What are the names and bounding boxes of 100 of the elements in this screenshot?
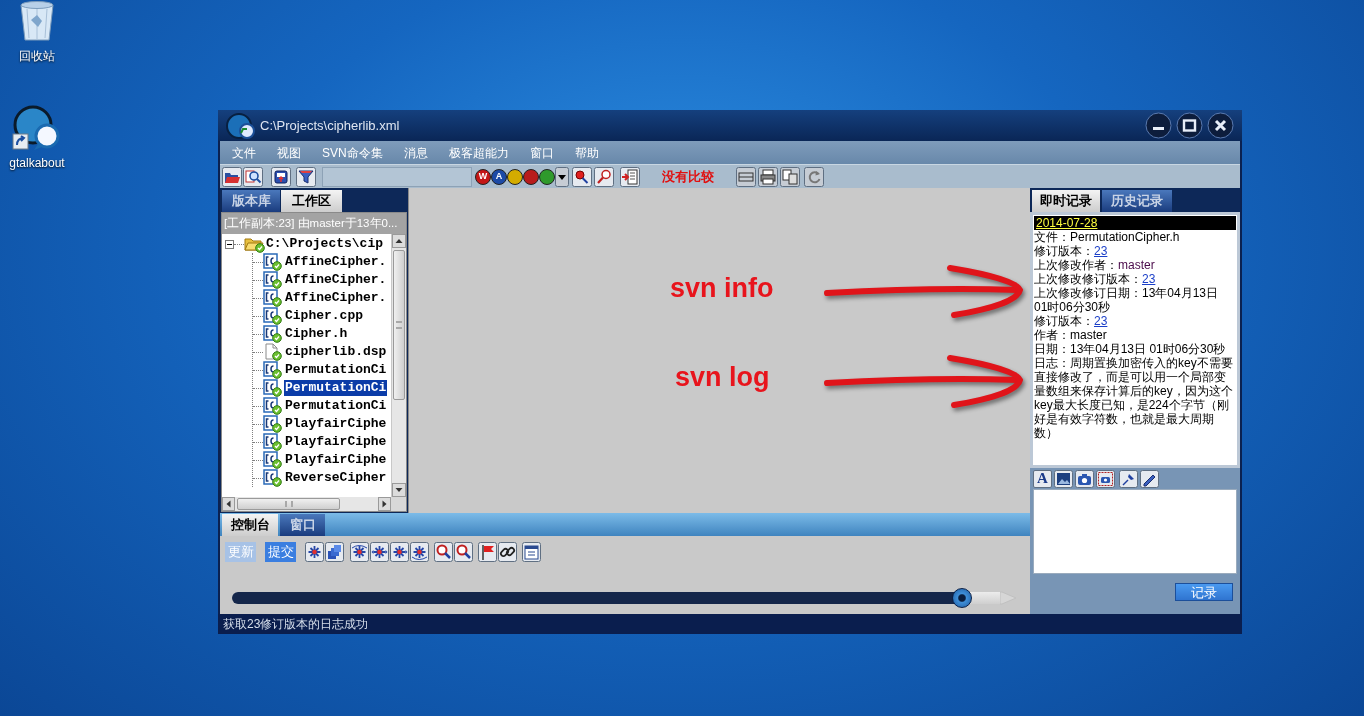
info-line: 作者：master xyxy=(1034,328,1108,342)
tree-item[interactable]: PermutationCi xyxy=(284,362,388,378)
printer-icon[interactable] xyxy=(758,166,778,187)
horizontal-scrollbar[interactable] xyxy=(222,497,391,511)
tree-item[interactable]: AffineCipher. xyxy=(284,272,388,288)
record-tab[interactable]: 即时记录 xyxy=(1032,190,1100,212)
path-field[interactable] xyxy=(322,166,472,187)
pencil-icon[interactable] xyxy=(1140,469,1159,488)
color-disc-button[interactable]: A xyxy=(491,168,507,185)
panel-tab[interactable]: 版本库 xyxy=(222,190,280,212)
scroll-left-icon[interactable] xyxy=(222,497,235,511)
working-copy-header: [工作副本:23] 由master于13年0... xyxy=(222,213,406,234)
search-icon[interactable] xyxy=(434,542,453,562)
tree-item[interactable]: cipherlib.dsp xyxy=(284,344,388,360)
revision-link[interactable]: 23 xyxy=(1094,244,1108,258)
info-line: 上次修改作者：master xyxy=(1034,258,1156,272)
revision-link[interactable]: 23 xyxy=(1094,314,1108,328)
tree-item[interactable]: PlayfairCiphe xyxy=(284,434,388,450)
minimize-icon[interactable] xyxy=(1145,112,1172,139)
collapse-icon[interactable] xyxy=(225,239,234,249)
tree-item[interactable]: PermutationCi xyxy=(284,398,388,414)
source-file-icon xyxy=(263,397,282,415)
info-line: 日志：周期置换加密传入的key不需要直接修改了，而是可以用一个局部变量数组来保存计算后的key，因为这个key最大长度已知，是224个字节（刚好是有效字符数，也就是最大周期数） xyxy=(1034,356,1234,440)
color-disc-button[interactable] xyxy=(539,168,555,185)
upload-icon[interactable] xyxy=(271,166,291,187)
record-tab[interactable]: 历史记录 xyxy=(1102,190,1172,212)
search-icon[interactable] xyxy=(594,166,614,187)
tree-item[interactable]: AffineCipher. xyxy=(284,254,388,270)
date-header: 2014-07-28 xyxy=(1036,216,1098,230)
scrollbar-thumb[interactable] xyxy=(393,250,405,400)
calendar-icon[interactable] xyxy=(522,542,541,562)
tree-item[interactable]: PlayfairCiphe xyxy=(284,452,388,468)
compare-status: 没有比较 xyxy=(662,167,714,186)
stack-icon[interactable] xyxy=(325,542,344,562)
source-file-icon xyxy=(263,307,282,325)
info-line: 修订版本：23 xyxy=(1034,314,1109,328)
tree-item[interactable]: ReverseCipher xyxy=(284,470,388,486)
asterisk-arrow-icon[interactable] xyxy=(370,542,389,562)
pushpin-icon[interactable] xyxy=(1119,469,1138,488)
source-file-icon xyxy=(263,469,282,487)
link-icon[interactable] xyxy=(498,542,517,562)
source-file-icon xyxy=(263,451,282,469)
refresh-icon[interactable] xyxy=(804,166,824,187)
source-file-icon xyxy=(263,289,282,307)
record-button[interactable]: 记录 xyxy=(1175,583,1233,601)
action-button[interactable]: 提交 xyxy=(265,542,296,562)
maximize-icon[interactable] xyxy=(1176,112,1203,139)
annotation-label: svn info xyxy=(670,275,774,302)
progress-thumb[interactable] xyxy=(951,588,972,608)
recycle-bin-icon[interactable] xyxy=(17,0,57,42)
tree-item[interactable]: Cipher.h xyxy=(284,326,349,342)
console-tab[interactable]: 控制台 xyxy=(222,514,278,536)
scrollbar-thumb[interactable] xyxy=(237,498,340,510)
log-input[interactable] xyxy=(1033,489,1237,574)
source-file-icon xyxy=(263,379,282,397)
console-tab[interactable]: 窗口 xyxy=(280,514,325,536)
scrollbar-corner xyxy=(391,497,406,511)
scroll-down-icon[interactable] xyxy=(392,483,406,497)
asterisk-arrow-icon[interactable] xyxy=(350,542,369,562)
image-icon[interactable] xyxy=(1054,469,1073,488)
filter-icon[interactable] xyxy=(296,166,316,187)
screenshot-icon[interactable] xyxy=(1096,469,1115,488)
info-line: 文件：PermutationCipher.h xyxy=(1034,230,1181,244)
info-line: 上次修改修订版本：23 xyxy=(1034,272,1157,286)
camera-icon[interactable] xyxy=(1075,469,1094,488)
search-icon[interactable] xyxy=(454,542,473,562)
close-icon[interactable] xyxy=(1207,112,1234,139)
tree-item[interactable]: C:\Projects\cip xyxy=(265,236,385,252)
asterisk-arrow-icon[interactable] xyxy=(410,542,429,562)
source-file-icon xyxy=(263,271,282,289)
search-icon[interactable] xyxy=(243,166,263,187)
file-icon xyxy=(263,343,282,361)
copy-icon[interactable] xyxy=(780,166,800,187)
color-disc-button[interactable] xyxy=(523,168,539,185)
tree-item[interactable]: Cipher.cpp xyxy=(284,308,364,324)
scroll-up-icon[interactable] xyxy=(392,234,406,248)
asterisk-icon[interactable] xyxy=(305,542,324,562)
chat-bubbles-icon[interactable] xyxy=(12,104,62,152)
revision-link[interactable]: 23 xyxy=(1142,272,1156,286)
open-folder-icon[interactable] xyxy=(222,166,242,187)
dropdown-caret-icon[interactable] xyxy=(555,166,569,187)
color-disc-button[interactable]: W xyxy=(475,168,491,185)
tree-item[interactable]: PermutationCi xyxy=(284,380,388,396)
font-button[interactable]: A xyxy=(1033,469,1052,488)
tree-item[interactable]: PlayfairCiphe xyxy=(284,416,388,432)
flag-icon[interactable] xyxy=(478,542,497,562)
scroll-right-icon[interactable] xyxy=(378,497,391,511)
color-disc-button[interactable] xyxy=(507,168,523,185)
vertical-scrollbar[interactable] xyxy=(391,234,406,497)
frame-icon[interactable] xyxy=(736,166,756,187)
desktop-icon-label[interactable]: gtalkabout xyxy=(9,156,65,171)
pin-icon[interactable] xyxy=(572,166,592,187)
status-text: 获取23修订版本的日志成功 xyxy=(223,616,369,633)
panel-tab[interactable]: 工作区 xyxy=(281,190,342,212)
source-file-icon xyxy=(263,325,282,343)
desktop-icon-label[interactable]: 回收站 xyxy=(19,49,55,64)
tree-item[interactable]: AffineCipher. xyxy=(284,290,388,306)
info-line: 日期：13年04月13日 01时06分30秒 xyxy=(1034,342,1227,356)
window-title: C:\Projects\cipherlib.xml xyxy=(260,116,400,135)
asterisk-arrow-icon[interactable] xyxy=(390,542,409,562)
